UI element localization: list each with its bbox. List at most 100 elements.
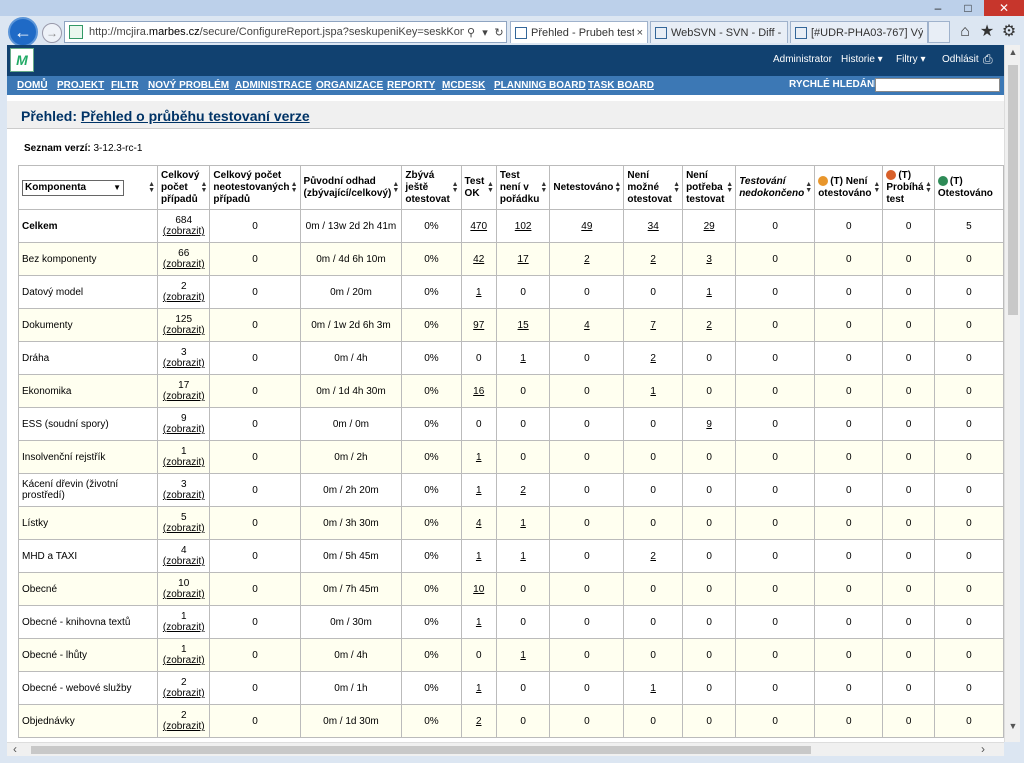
home-icon[interactable]: ⌂ [955,22,975,42]
show-link[interactable]: (zobrazit) [163,358,205,369]
count-link[interactable]: 2 [650,254,656,265]
sort-icon[interactable]: ▲ ▼ [148,181,155,194]
col-header-test-not-ok[interactable]: Test není v pořádku ▲ ▼ [495,165,551,210]
col-header-t-tested[interactable]: (T) Otestováno [933,165,1004,210]
jira-logo[interactable]: M [10,48,34,72]
report-title-link[interactable]: Přehled o průběhu testovaní verze [81,108,310,124]
count-link[interactable]: 17 [518,254,529,265]
col-header-untested[interactable]: Celkový počet neotestovaných případů ▲ ▼ [209,165,301,210]
scroll-thumb[interactable] [1008,65,1018,315]
count-link[interactable]: 2 [650,353,656,364]
tab-prehled[interactable]: Přehled - Prubeh testo... × [510,21,648,43]
favorites-star-icon[interactable]: ★ [977,22,997,42]
show-link[interactable]: (zobrazit) [163,259,205,270]
count-link[interactable]: 4 [584,320,590,331]
show-link[interactable]: (zobrazit) [163,622,205,633]
count-link[interactable]: 1 [520,518,526,529]
back-arrow-icon[interactable]: ← [8,17,38,47]
history-menu[interactable]: Historie ▾ [841,54,883,65]
count-link[interactable]: 2 [520,485,526,496]
vertical-scrollbar[interactable]: ▲ ▼ [1004,45,1020,742]
count-link[interactable]: 102 [515,221,532,232]
show-link[interactable]: (zobrazit) [163,688,205,699]
show-link[interactable]: (zobrazit) [163,424,205,435]
col-header-unfinished[interactable]: Testování nedokončeno ▲ ▼ [735,165,816,210]
close-window-icon[interactable]: ✕ [984,0,1024,16]
nav-organizace[interactable]: ORGANIZACE [316,80,383,91]
show-link[interactable]: (zobrazit) [163,490,205,501]
show-link[interactable]: (zobrazit) [163,391,205,402]
count-link[interactable]: 1 [520,551,526,562]
show-link[interactable]: (zobrazit) [163,226,205,237]
count-link[interactable]: 49 [581,221,592,232]
nav-planning-board[interactable]: PLANNING BOARD [494,80,586,91]
col-header-estimate[interactable]: Původní odhad (zbývající/celkový) ▲ ▼ [299,165,403,210]
count-link[interactable]: 1 [706,287,712,298]
count-link[interactable]: 34 [648,221,659,232]
show-link[interactable]: (zobrazit) [163,589,205,600]
scroll-thumb-horizontal[interactable] [31,746,811,754]
maximize-icon[interactable]: □ [954,0,982,16]
filters-menu[interactable]: Filtry ▾ [896,54,925,65]
count-link[interactable]: 4 [476,518,482,529]
settings-gear-icon[interactable]: ⚙ [999,22,1019,42]
nav-projekt[interactable]: PROJEKT [57,80,104,91]
user-menu[interactable]: Administrator [773,54,832,65]
count-link[interactable]: 1 [476,617,482,628]
count-link[interactable]: 1 [476,485,482,496]
nav-task-board[interactable]: TASK BOARD [588,80,654,91]
nav-administrace[interactable]: ADMINISTRACE [235,80,312,91]
count-link[interactable]: 15 [518,320,529,331]
col-header-t-not-tested[interactable]: (T) Není otestováno ▲ ▼ [814,165,884,210]
count-link[interactable]: 2 [476,716,482,727]
count-link[interactable]: 2 [650,551,656,562]
horizontal-scrollbar[interactable]: ‹ › [7,742,1004,756]
count-link[interactable]: 1 [476,551,482,562]
show-link[interactable]: (zobrazit) [163,457,205,468]
forward-arrow-icon[interactable]: → [42,23,62,43]
count-link[interactable]: 1 [650,386,656,397]
count-link[interactable]: 97 [473,320,484,331]
tab-websvn[interactable]: WebSVN - SVN - Diff - Re... [650,21,788,43]
col-header-cannot-test[interactable]: Není možné otestovat ▲ ▼ [623,165,684,210]
show-link[interactable]: (zobrazit) [163,655,205,666]
count-link[interactable]: 1 [520,650,526,661]
col-header-t-in-test[interactable]: (T) Probíhá test ▲ ▼ [882,165,935,210]
print-icon[interactable]: ⎙ [983,52,993,67]
show-link[interactable]: (zobrazit) [163,523,205,534]
show-link[interactable]: (zobrazit) [163,721,205,732]
count-link[interactable]: 1 [476,452,482,463]
count-link[interactable]: 9 [706,419,712,430]
col-header-no-need[interactable]: Není potřeba testovat ▲ ▼ [682,165,737,210]
tab-udr[interactable]: [#UDR-PHA03-767] Výpo... [790,21,928,43]
nav-filtr[interactable]: FILTR [111,80,139,91]
minimize-icon[interactable]: – [924,0,952,16]
count-link[interactable]: 1 [476,683,482,694]
count-link[interactable]: 470 [470,221,487,232]
col-header-total[interactable]: Celkový počet případů ▲ ▼ [157,165,211,210]
col-header-remaining[interactable]: Zbývá ještě otestovat ▲ ▼ [401,165,462,210]
nav-mcdesk[interactable]: MCDESK [442,80,485,91]
count-link[interactable]: 16 [473,386,484,397]
new-tab-button[interactable] [928,21,950,43]
col-header-not-tested[interactable]: Netestováno ▲ ▼ [549,165,625,210]
logout-link[interactable]: Odhlásit [942,54,979,65]
nav-domu[interactable]: DOMŮ [17,80,48,91]
count-link[interactable]: 29 [704,221,715,232]
show-link[interactable]: (zobrazit) [163,292,205,303]
quick-search-input[interactable] [875,78,1000,92]
search-icon[interactable]: ⚲ [464,26,478,39]
count-link[interactable]: 1 [650,683,656,694]
refresh-icon[interactable]: ↻ [492,26,506,39]
count-link[interactable]: 1 [476,287,482,298]
show-link[interactable]: (zobrazit) [163,325,205,336]
count-link[interactable]: 7 [650,320,656,331]
col-header-test-ok[interactable]: Test OK ▲ ▼ [460,165,497,210]
count-link[interactable]: 2 [706,320,712,331]
show-link[interactable]: (zobrazit) [163,556,205,567]
close-tab-icon[interactable]: × [637,27,643,39]
component-select[interactable]: Komponenta ▼ [22,179,124,196]
dropdown-chevron-icon[interactable]: ▾ [478,26,492,39]
count-link[interactable]: 3 [706,254,712,265]
count-link[interactable]: 42 [473,254,484,265]
